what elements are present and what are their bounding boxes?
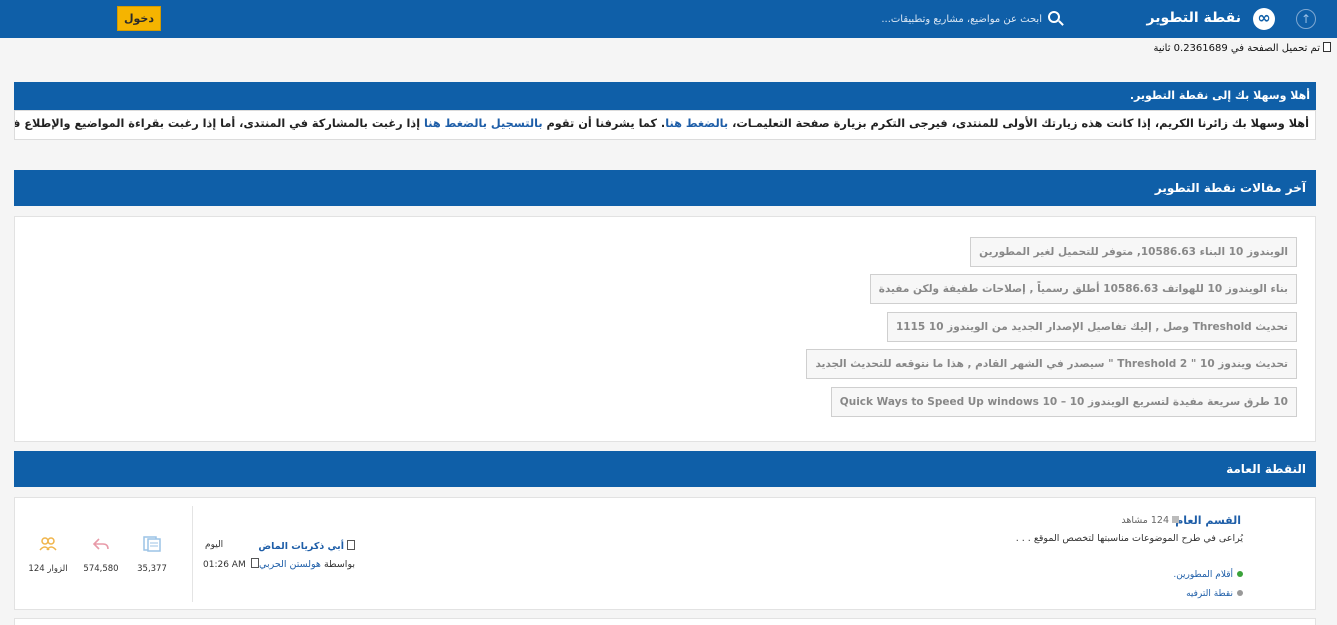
article-link[interactable]: الويندوز 10 البناء 10586.63, متوفر للتحم… <box>970 237 1297 267</box>
next-forum-row <box>14 618 1316 625</box>
stat-posts: 574,580 <box>76 536 126 574</box>
page-load-time-text: تم تحميل الصفحة في 0.2361689 ثانية <box>1153 43 1320 54</box>
article-link[interactable]: تحديث ويندوز 10 " Threshold 2 " سيصدر في… <box>806 349 1297 379</box>
forum-description: يُراعى في طرح الموضوعات مناسبتها لتخصص ا… <box>1015 533 1243 544</box>
reply-icon <box>92 538 109 550</box>
welcome-header: أهلا وسهلا بك إلى نقطة التطوير. <box>14 82 1316 110</box>
last-post-author[interactable]: هولستن الحربي <box>259 559 321 570</box>
stat-visitors: الزوار 124 <box>23 536 73 574</box>
document-icon <box>1323 42 1331 52</box>
by-prefix: بواسطة <box>323 559 355 570</box>
subforum-label: أقلام المطورين. <box>1173 570 1233 580</box>
forum-views: 124 مشاهد <box>1121 515 1179 526</box>
forum-title[interactable]: القسم العام <box>1175 514 1241 527</box>
stat-visitors-value: الزوار 124 <box>28 564 68 574</box>
views-icon <box>1172 516 1179 523</box>
stat-threads-value: 35,377 <box>137 564 167 574</box>
site-logo-text[interactable]: نقطة التطوير <box>1147 10 1242 26</box>
articles-box: الويندوز 10 البناء 10586.63, متوفر للتحم… <box>14 216 1316 442</box>
document-icon <box>347 540 355 550</box>
article-link[interactable]: 10 طرق سريعة مفيدة لتسريع الويندوز 10 – … <box>830 387 1297 417</box>
last-post-title-link[interactable]: أبي ذكريات الماض <box>258 540 355 552</box>
general-section-header: النقطة العامة <box>14 451 1316 487</box>
last-post-time: 01:26 AM <box>203 560 246 570</box>
document-icon <box>250 558 259 568</box>
stat-threads: 35,377 <box>127 536 177 574</box>
forum-row: القسم العام 124 مشاهد يُراعى في طرح المو… <box>14 497 1316 610</box>
register-link[interactable]: بالتسجيل بالضغط هنا <box>424 117 543 130</box>
last-post: أبي ذكريات الماض بواسطة هولستن الحربي ال… <box>201 536 359 584</box>
logo-icon[interactable] <box>1253 8 1275 30</box>
arrow-up-icon[interactable]: ↑ <box>1296 9 1316 29</box>
last-post-title: أبي ذكريات الماض <box>258 541 344 552</box>
article-link[interactable]: بناء الويندوز 10 للهواتف 10586.63 أطلق ر… <box>869 274 1297 304</box>
stat-posts-value: 574,580 <box>83 564 119 574</box>
page-load-time: تم تحميل الصفحة في 0.2361689 ثانية <box>1153 42 1331 54</box>
articles-header: آخر مقالات نقطة التطوير <box>14 170 1316 206</box>
forum-views-text: 124 مشاهد <box>1121 515 1169 526</box>
divider <box>192 506 193 602</box>
status-dot-icon <box>1237 590 1243 596</box>
last-post-day: اليوم <box>205 540 224 550</box>
top-navbar: ↑ نقطة التطوير دخول <box>0 0 1337 38</box>
welcome-text-1: أهلا وسهلا بك زائرنا الكريم، إذا كانت هذ… <box>732 117 1309 130</box>
welcome-text-3: إذا رغبت بالمشاركة في المنتدى، أما إذا ر… <box>15 117 421 130</box>
welcome-text-2: . كما يشرفنا أن تقوم <box>546 117 666 130</box>
search-icon[interactable] <box>1048 11 1060 23</box>
status-dot-icon <box>1237 571 1243 577</box>
welcome-message: أهلا وسهلا بك زائرنا الكريم، إذا كانت هذ… <box>14 110 1316 140</box>
article-link[interactable]: تحديث Threshold وصل , إليك تفاصيل الإصدا… <box>887 312 1297 342</box>
faq-link[interactable]: بالضغط هنا <box>665 117 728 130</box>
subforum-link[interactable]: أقلام المطورين. <box>1173 570 1243 580</box>
subforum-link[interactable]: نقطة الترفيه <box>1186 589 1243 599</box>
login-button[interactable]: دخول <box>117 6 161 31</box>
users-icon <box>39 537 57 551</box>
last-post-author-line: بواسطة هولستن الحربي <box>259 559 355 570</box>
subforum-label: نقطة الترفيه <box>1186 589 1233 599</box>
last-post-time-row: 01:26 AM <box>203 558 259 570</box>
threads-icon <box>143 536 161 552</box>
search-input[interactable] <box>880 9 1042 29</box>
